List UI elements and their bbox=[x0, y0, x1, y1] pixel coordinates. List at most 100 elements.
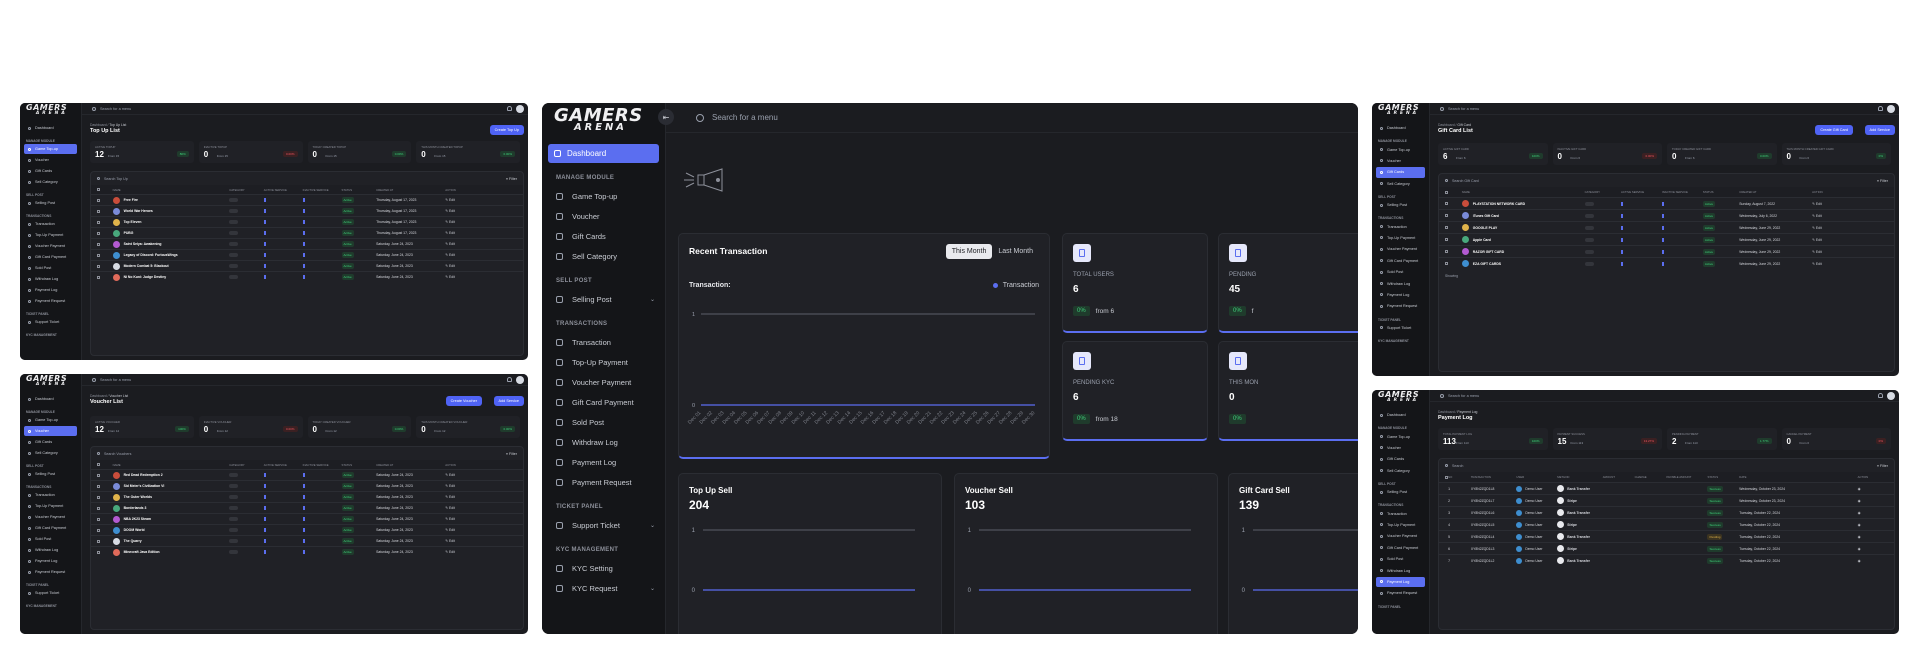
row-checkbox[interactable] bbox=[97, 495, 100, 499]
table-row[interactable]: 5 XY8N2ZQD1L4 Demo User Bank Transfer Pendin… bbox=[1439, 530, 1894, 542]
table-row[interactable]: Free Fire Active Thursday, August 17, 2023… bbox=[91, 194, 523, 205]
sidebar-item-payment-request[interactable]: Payment Request bbox=[1376, 588, 1425, 598]
table-row[interactable]: Minecraft Java Edition Active Saturday, Ju… bbox=[91, 546, 523, 557]
sidebar-item-kyc-setting[interactable]: KYC Setting bbox=[542, 558, 665, 578]
column-header-status[interactable]: STATUS bbox=[1707, 475, 1718, 479]
row-checkbox[interactable] bbox=[97, 550, 100, 554]
sidebar-item-payment-log[interactable]: Payment Log bbox=[1376, 290, 1425, 300]
edit-button[interactable]: ✎ Edit bbox=[445, 209, 455, 213]
sidebar-item-game-top-up[interactable]: Game Top-up bbox=[542, 186, 665, 206]
edit-button[interactable]: ✎ Edit bbox=[445, 264, 455, 268]
table-search[interactable]: Search Top Up ≡ Filter bbox=[91, 172, 523, 185]
table-row[interactable]: Saint Seiya: Awakening Active Saturday, Ju… bbox=[91, 238, 523, 249]
row-checkbox[interactable] bbox=[97, 484, 100, 488]
edit-button[interactable]: ✎ Edit bbox=[1812, 238, 1822, 242]
table-row[interactable]: Ni No Kuni: Judge Destiny Active Saturday,… bbox=[91, 271, 523, 282]
edit-button[interactable]: ✎ Edit bbox=[445, 275, 455, 279]
column-header-created-at[interactable]: CREATED AT bbox=[1739, 190, 1756, 194]
row-checkbox[interactable] bbox=[97, 264, 100, 268]
sidebar-item-top-up-payment[interactable]: Top-Up Payment bbox=[542, 352, 665, 372]
sidebar-item-withdraw-log[interactable]: Withdraw Log bbox=[1376, 278, 1425, 288]
eye-icon[interactable]: ◉ bbox=[1858, 535, 1861, 539]
row-checkbox[interactable] bbox=[1445, 214, 1448, 217]
table-row[interactable]: Legacy of Discord: FuriousWings Active Sat… bbox=[91, 249, 523, 260]
table-row[interactable]: DOOM World Active Saturday, June 24, 2023 ✎… bbox=[91, 524, 523, 535]
sidebar-item-gift-cards[interactable]: Gift Cards bbox=[542, 226, 665, 246]
row-checkbox[interactable] bbox=[97, 506, 100, 510]
sidebar-item-transaction[interactable]: Transaction bbox=[24, 490, 77, 500]
avatar[interactable] bbox=[1887, 392, 1895, 400]
search-input[interactable]: Search for a menu bbox=[100, 107, 131, 111]
sidebar-item-voucher-payment[interactable]: Voucher Payment bbox=[24, 241, 77, 251]
table-row[interactable]: PLAYSTATION NETWORK CARD Active Sunday, Au… bbox=[1439, 197, 1894, 209]
column-header-transaction[interactable]: TRANSACTION bbox=[1471, 475, 1491, 479]
search-input[interactable]: Search for a menu bbox=[1448, 107, 1479, 111]
sidebar-item-sell-category[interactable]: Sell Category bbox=[1376, 179, 1425, 189]
sidebar-item-support-ticket[interactable]: Support Ticket bbox=[1376, 323, 1425, 333]
edit-button[interactable]: ✎ Edit bbox=[445, 484, 455, 488]
sidebar-item-dashboard[interactable]: Dashboard bbox=[1376, 123, 1425, 133]
sidebar-item-selling-post[interactable]: Selling Post bbox=[24, 469, 77, 479]
table-search[interactable]: Search Gift Card ≡ Filter bbox=[1439, 174, 1894, 187]
column-header-created-at[interactable]: CREATED AT bbox=[376, 188, 393, 192]
column-header-status[interactable]: STATUS bbox=[342, 463, 353, 467]
column-header-no[interactable]: NO bbox=[1448, 475, 1452, 479]
table-row[interactable]: Sid Meier's Civilization VI Active Saturda… bbox=[91, 480, 523, 491]
table-search-input[interactable]: Search Top Up bbox=[104, 177, 128, 181]
edit-button[interactable]: ✎ Edit bbox=[445, 242, 455, 246]
row-checkbox[interactable] bbox=[97, 528, 100, 532]
sidebar-item-support-ticket[interactable]: Support Ticket ⌄ bbox=[542, 515, 665, 535]
table-search[interactable]: Search Vouchers ≡ Filter bbox=[91, 447, 523, 460]
column-header-action[interactable]: ACTION bbox=[1858, 475, 1869, 479]
sidebar-item-voucher[interactable]: Voucher bbox=[24, 155, 77, 165]
table-search-input[interactable]: Search bbox=[1452, 464, 1463, 468]
eye-icon[interactable]: ◉ bbox=[1858, 523, 1861, 527]
column-header-amount[interactable]: AMOUNT bbox=[1603, 475, 1615, 479]
sidebar-item-dashboard[interactable]: Dashboard bbox=[24, 123, 77, 133]
create-button[interactable]: Create Top Up bbox=[489, 125, 524, 135]
edit-button[interactable]: ✎ Edit bbox=[445, 517, 455, 521]
column-header-inactive-service[interactable]: INACTIVE SERVICE bbox=[303, 463, 329, 467]
add-service-button[interactable]: Add Service bbox=[1864, 125, 1895, 135]
column-header-inactive-service[interactable]: INACTIVE SERVICE bbox=[303, 188, 329, 192]
sidebar-item-payment-log[interactable]: Payment Log bbox=[24, 285, 77, 295]
add-service-button[interactable]: Add Service bbox=[493, 396, 524, 406]
sidebar-item-payment-request[interactable]: Payment Request bbox=[1376, 301, 1425, 311]
edit-button[interactable]: ✎ Edit bbox=[445, 539, 455, 543]
column-header-method[interactable]: METHOD bbox=[1557, 475, 1569, 479]
row-checkbox[interactable] bbox=[97, 253, 100, 257]
sidebar-item-withdraw-log[interactable]: Withdraw Log bbox=[24, 545, 77, 555]
eye-icon[interactable]: ◉ bbox=[1858, 487, 1861, 491]
avatar[interactable] bbox=[516, 376, 524, 384]
filter-button[interactable]: ≡ Filter bbox=[1877, 179, 1888, 183]
sidebar-item-voucher[interactable]: Voucher bbox=[1376, 156, 1425, 166]
sidebar-item-withdraw-log[interactable]: Withdraw Log bbox=[542, 432, 665, 452]
table-row[interactable]: 6 XY8N2ZQD1L3 Demo User Stripe Success Tuesda… bbox=[1439, 542, 1894, 554]
row-checkbox[interactable] bbox=[97, 473, 100, 477]
table-row[interactable]: The Quarry Active Saturday, June 24, 2023 ✎… bbox=[91, 535, 523, 546]
sidebar-item-sold-post[interactable]: Sold Post bbox=[1376, 554, 1425, 564]
bell-icon[interactable] bbox=[507, 106, 512, 111]
column-header-active-service[interactable]: ACTIVE SERVICE bbox=[264, 188, 287, 192]
select-all-checkbox[interactable] bbox=[97, 463, 100, 466]
breadcrumb-home[interactable]: Dashboard bbox=[90, 394, 107, 398]
column-header-category[interactable]: CATEGORY bbox=[229, 188, 244, 192]
sidebar-item-support-ticket[interactable]: Support Ticket bbox=[24, 317, 77, 327]
breadcrumb-home[interactable]: Dashboard bbox=[1438, 410, 1455, 414]
row-checkbox[interactable] bbox=[97, 539, 100, 543]
sidebar-item-dashboard[interactable]: Dashboard bbox=[24, 394, 77, 404]
tab-this-month[interactable]: This Month bbox=[945, 244, 993, 259]
edit-button[interactable]: ✎ Edit bbox=[1812, 262, 1822, 266]
sidebar-item-selling-post[interactable]: Selling Post ⌄ bbox=[542, 289, 665, 309]
edit-button[interactable]: ✎ Edit bbox=[445, 220, 455, 224]
sidebar-toggle-icon[interactable]: ⇤ bbox=[658, 109, 674, 125]
sidebar-item-voucher[interactable]: Voucher bbox=[1376, 443, 1425, 453]
tab-last-month[interactable]: Last Month bbox=[992, 244, 1039, 259]
table-row[interactable]: Red Dead Redemption 2 Active Saturday, Jun… bbox=[91, 469, 523, 480]
sidebar-item-dashboard[interactable]: Dashboard bbox=[1376, 410, 1425, 420]
sidebar-item-sell-category[interactable]: Sell Category bbox=[1376, 466, 1425, 476]
select-all-checkbox[interactable] bbox=[97, 188, 100, 191]
sidebar-item-gift-cards[interactable]: Gift Cards bbox=[24, 166, 77, 176]
sidebar-item-gift-card-payment[interactable]: Gift Card Payment bbox=[542, 392, 665, 412]
table-search-input[interactable]: Search Vouchers bbox=[104, 452, 131, 456]
